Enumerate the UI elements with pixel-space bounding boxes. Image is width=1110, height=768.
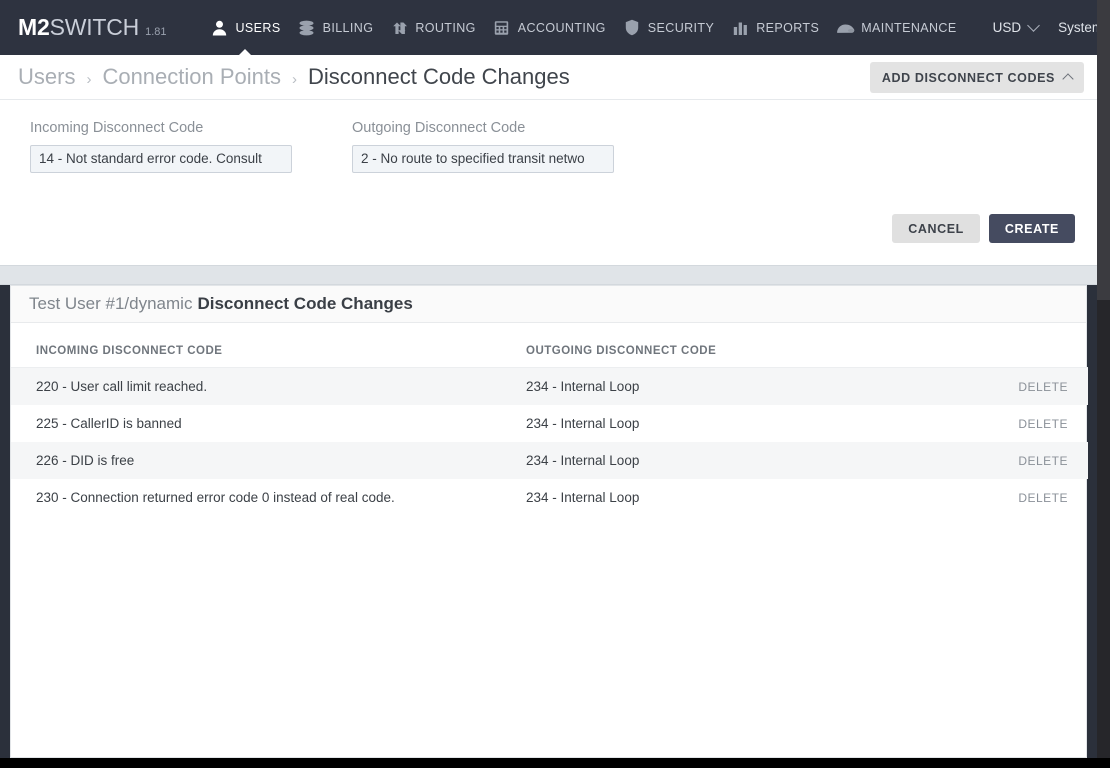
panel-title: Disconnect Code Changes bbox=[197, 294, 413, 313]
nav-item-reports[interactable]: REPORTS bbox=[730, 0, 819, 55]
hardhat-icon bbox=[835, 19, 855, 37]
delete-button[interactable]: DELETE bbox=[1018, 380, 1068, 394]
table-row: 225 - CallerID is banned 234 - Internal … bbox=[11, 405, 1088, 442]
nav-item-accounting[interactable]: ACCOUNTING bbox=[492, 0, 606, 55]
outgoing-disconnect-code-input[interactable]: 2 - No route to specified transit netwo bbox=[352, 145, 614, 173]
primary-nav-items: USERS BILLING ROUTING ACCOUNTING SECURIT… bbox=[210, 0, 973, 56]
cell-incoming-code: 226 - DID is free bbox=[11, 442, 526, 479]
nav-item-billing[interactable]: BILLING bbox=[297, 0, 374, 55]
breadcrumb-separator-icon: › bbox=[86, 71, 92, 88]
outgoing-disconnect-code-label: Outgoing Disconnect Code bbox=[352, 120, 526, 136]
nav-item-label: REPORTS bbox=[756, 20, 820, 35]
chevron-up-icon bbox=[1062, 73, 1074, 85]
user-icon bbox=[210, 19, 230, 37]
add-disconnect-codes-button[interactable]: ADD DISCONNECT CODES bbox=[869, 62, 1084, 93]
incoming-disconnect-code-field: Incoming Disconnect Code 14 - Not standa… bbox=[30, 120, 292, 173]
column-header-incoming: INCOMING DISCONNECT CODE bbox=[11, 323, 526, 368]
coins-icon bbox=[297, 19, 317, 37]
logo-secondary-text: SWITCH bbox=[49, 14, 140, 40]
section-divider bbox=[0, 265, 1097, 285]
page-scrollbar-thumb[interactable] bbox=[1097, 0, 1110, 300]
add-disconnect-codes-label: ADD DISCONNECT CODES bbox=[881, 70, 1055, 85]
incoming-disconnect-code-label: Incoming Disconnect Code bbox=[30, 120, 204, 136]
breadcrumb-separator-icon: › bbox=[292, 71, 298, 88]
incoming-disconnect-code-input[interactable]: 14 - Not standard error code. Consult bbox=[30, 145, 292, 173]
table-header-row: INCOMING DISCONNECT CODE OUTGOING DISCON… bbox=[11, 323, 1088, 368]
cell-outgoing-code: 234 - Internal Loop bbox=[526, 367, 926, 405]
disconnect-code-changes-panel: Test User #1/dynamic Disconnect Code Cha… bbox=[10, 285, 1088, 758]
bottom-edge bbox=[0, 758, 1110, 768]
nav-item-label: BILLING bbox=[322, 20, 374, 35]
panel-header: Test User #1/dynamic Disconnect Code Cha… bbox=[11, 286, 1086, 323]
table-body: 220 - User call limit reached. 234 - Int… bbox=[11, 367, 1088, 517]
app-logo[interactable]: M2 SWITCH 1.81 bbox=[18, 14, 167, 41]
nav-item-maintenance[interactable]: MAINTENANCE bbox=[835, 0, 956, 55]
create-button[interactable]: CREATE bbox=[988, 214, 1075, 243]
breadcrumb-bar: Users › Connection Points › Disconnect C… bbox=[0, 55, 1097, 100]
cell-incoming-code: 225 - CallerID is banned bbox=[36, 416, 182, 431]
nav-item-security[interactable]: SECURITY bbox=[622, 0, 714, 55]
form-field-row: Incoming Disconnect Code 14 - Not standa… bbox=[30, 120, 614, 173]
cell-outgoing-code: 234 - Internal Loop bbox=[526, 490, 640, 505]
table-row: 220 - User call limit reached. 234 - Int… bbox=[11, 367, 1088, 405]
bar-chart-icon bbox=[730, 19, 750, 37]
nav-right-group: USD System Admin bbox=[973, 19, 1110, 35]
column-header-outgoing: OUTGOING DISCONNECT CODE bbox=[526, 323, 926, 368]
cancel-button[interactable]: CANCEL bbox=[892, 214, 980, 243]
delete-button[interactable]: DELETE bbox=[1018, 417, 1068, 431]
table-row: 226 - DID is free 234 - Internal Loop DE… bbox=[11, 442, 1088, 479]
cell-incoming-code: 220 - User call limit reached. bbox=[11, 367, 526, 405]
logo-primary-text: M2 bbox=[18, 14, 50, 40]
cell-actions: DELETE bbox=[926, 405, 1088, 442]
nav-item-users[interactable]: USERS bbox=[210, 0, 281, 56]
column-header-actions bbox=[926, 323, 1088, 368]
currency-label: USD bbox=[992, 20, 1022, 35]
arrows-icon bbox=[389, 19, 409, 37]
currency-selector[interactable]: USD bbox=[992, 19, 1040, 35]
delete-button[interactable]: DELETE bbox=[1018, 491, 1068, 505]
app-window: M2 SWITCH 1.81 USERS BILLING ROUTING ACC… bbox=[0, 0, 1110, 768]
page-scrollbar-track[interactable] bbox=[1097, 0, 1110, 768]
calculator-icon bbox=[492, 19, 512, 37]
cell-actions: DELETE bbox=[926, 367, 1088, 405]
cell-outgoing-code: 234 - Internal Loop bbox=[526, 416, 640, 431]
cell-outgoing-code: 234 - Internal Loop bbox=[526, 442, 926, 479]
cell-incoming-code: 230 - Connection returned error code 0 i… bbox=[36, 490, 395, 505]
breadcrumb-item-connection-points[interactable]: Connection Points bbox=[102, 64, 281, 90]
app-version: 1.81 bbox=[145, 26, 167, 38]
breadcrumb-item-users[interactable]: Users bbox=[18, 64, 75, 90]
table-row: 230 - Connection returned error code 0 i… bbox=[11, 479, 1088, 516]
top-navigation-bar: M2 SWITCH 1.81 USERS BILLING ROUTING ACC… bbox=[0, 0, 1110, 56]
panel-subject: Test User #1/dynamic bbox=[29, 294, 193, 313]
nav-item-routing[interactable]: ROUTING bbox=[389, 0, 475, 55]
nav-item-label: MAINTENANCE bbox=[861, 20, 957, 35]
chevron-down-icon bbox=[1027, 19, 1040, 32]
nav-item-label: ROUTING bbox=[415, 20, 476, 35]
form-actions: CANCEL CREATE bbox=[892, 214, 1075, 243]
disconnect-codes-table: INCOMING DISCONNECT CODE OUTGOING DISCON… bbox=[11, 323, 1088, 516]
shield-icon bbox=[622, 19, 642, 37]
nav-item-label: SECURITY bbox=[647, 20, 715, 35]
cell-actions: DELETE bbox=[926, 442, 1088, 479]
nav-item-label: ACCOUNTING bbox=[517, 20, 606, 35]
nav-item-label: USERS bbox=[235, 20, 281, 35]
delete-button[interactable]: DELETE bbox=[1018, 454, 1068, 468]
breadcrumb: Users › Connection Points › Disconnect C… bbox=[18, 64, 570, 90]
cell-actions: DELETE bbox=[926, 479, 1088, 516]
table-header: INCOMING DISCONNECT CODE OUTGOING DISCON… bbox=[11, 323, 1088, 368]
page-title: Disconnect Code Changes bbox=[308, 64, 570, 89]
outgoing-disconnect-code-field: Outgoing Disconnect Code 2 - No route to… bbox=[352, 120, 614, 173]
add-disconnect-code-form: Incoming Disconnect Code 14 - Not standa… bbox=[0, 100, 1097, 265]
